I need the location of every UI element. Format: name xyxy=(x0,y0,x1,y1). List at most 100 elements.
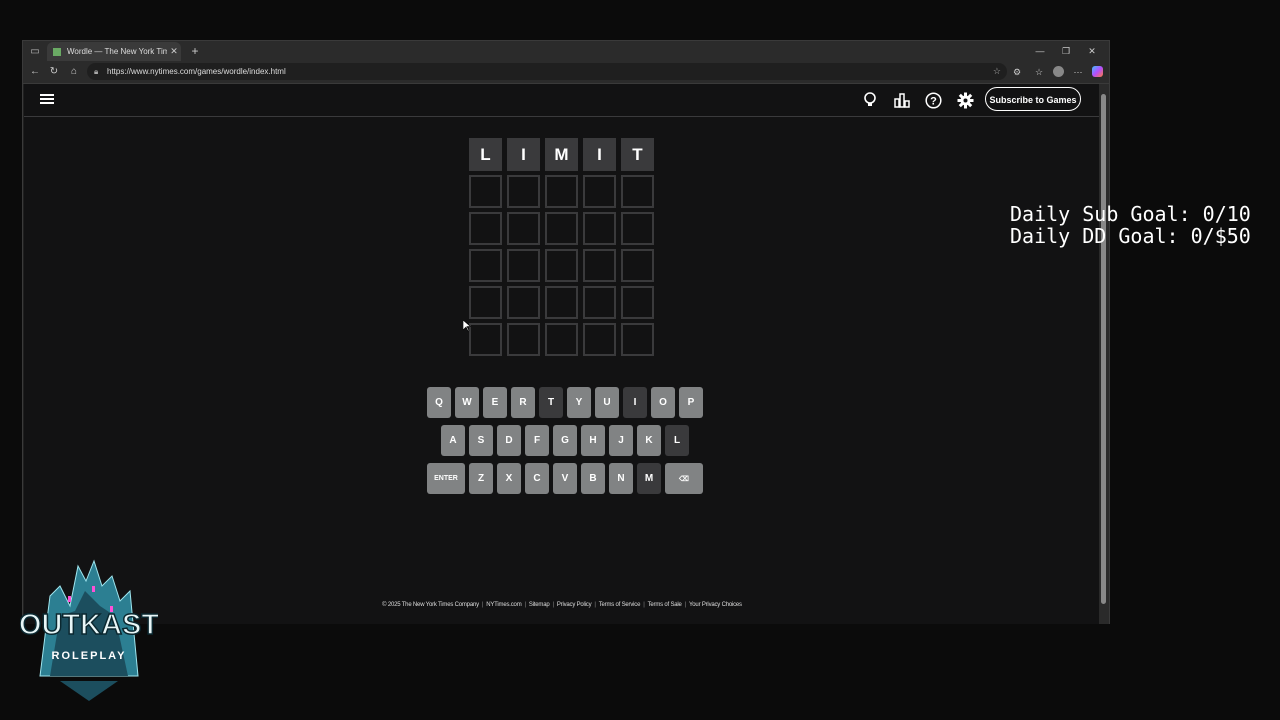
page-footer: © 2025 The New York Times Company | NYTime… xyxy=(24,602,1100,608)
key-b[interactable]: B xyxy=(581,463,605,494)
backspace-key[interactable]: ⌫ xyxy=(665,463,703,494)
board-tile xyxy=(583,212,616,245)
footer-link[interactable]: NYTimes.com xyxy=(483,602,524,608)
keyboard-row-2: ASDFGHJKL xyxy=(425,425,705,456)
board-tile xyxy=(583,323,616,356)
key-k[interactable]: K xyxy=(637,425,661,456)
enter-key[interactable]: ENTER xyxy=(427,463,465,494)
scroll-thumb[interactable] xyxy=(1101,94,1106,604)
key-e[interactable]: E xyxy=(483,387,507,418)
key-o[interactable]: O xyxy=(651,387,675,418)
copilot-icon[interactable] xyxy=(1092,66,1103,77)
board-tile xyxy=(621,286,654,319)
key-u[interactable]: U xyxy=(595,387,619,418)
board-row: LIMIT xyxy=(469,138,659,171)
on-screen-keyboard: QWERTYUIOP ASDFGHJKL ENTER Z X C V B N M ⌫ xyxy=(425,387,705,501)
extensions-icon[interactable]: ⚙ xyxy=(1009,64,1025,80)
favorites-icon[interactable]: ☆ xyxy=(1031,64,1047,80)
key-q[interactable]: Q xyxy=(427,387,451,418)
footer-link[interactable]: Your Privacy Choices xyxy=(686,602,745,608)
browser-toolbar: ⚙ ☆ ⋯ xyxy=(1009,64,1103,80)
keyboard-row-3: ENTER Z X C V B N M ⌫ xyxy=(425,463,705,494)
key-p[interactable]: P xyxy=(679,387,703,418)
key-z[interactable]: Z xyxy=(469,463,493,494)
key-i[interactable]: I xyxy=(623,387,647,418)
browser-tab[interactable]: Wordle — The New York Times ✕ xyxy=(47,42,181,61)
board-row xyxy=(469,286,659,319)
board-tile xyxy=(507,323,540,356)
board-tile xyxy=(507,175,540,208)
wordle-favicon-icon xyxy=(53,47,61,56)
board-tile xyxy=(621,175,654,208)
logo-subtitle: ROLEPLAY xyxy=(52,650,127,662)
footer-link[interactable]: Terms of Sale xyxy=(645,602,685,608)
window-controls: — ❐ ✕ xyxy=(1027,41,1105,61)
board-tile: M xyxy=(545,138,578,171)
subscribe-button[interactable]: Subscribe to Games xyxy=(985,87,1081,111)
board-tile xyxy=(545,212,578,245)
key-j[interactable]: J xyxy=(609,425,633,456)
board-row xyxy=(469,323,659,356)
board-tile xyxy=(583,286,616,319)
favorite-star-icon[interactable]: ☆ xyxy=(993,63,1001,80)
footer-link[interactable]: Sitemap xyxy=(526,602,553,608)
help-icon[interactable]: ? xyxy=(923,90,943,110)
key-s[interactable]: S xyxy=(469,425,493,456)
url-input[interactable]: 🔒︎ https://www.nytimes.com/games/wordle/… xyxy=(87,63,1007,80)
key-a[interactable]: A xyxy=(441,425,465,456)
key-d[interactable]: D xyxy=(497,425,521,456)
board-tile xyxy=(583,175,616,208)
board-row xyxy=(469,175,659,208)
key-g[interactable]: G xyxy=(553,425,577,456)
key-f[interactable]: F xyxy=(525,425,549,456)
tab-close-icon[interactable]: ✕ xyxy=(167,46,181,57)
footer-link[interactable]: Privacy Policy xyxy=(554,602,595,608)
board-tile xyxy=(469,249,502,282)
hamburger-menu-icon[interactable] xyxy=(40,92,54,106)
page-scrollbar[interactable] xyxy=(1099,84,1109,624)
board-tile xyxy=(469,286,502,319)
board-tile xyxy=(469,175,502,208)
key-h[interactable]: H xyxy=(581,425,605,456)
key-v[interactable]: V xyxy=(553,463,577,494)
home-icon[interactable]: ⌂ xyxy=(66,64,82,80)
board-tile xyxy=(545,175,578,208)
sidebar-toggle-icon[interactable]: ▭ xyxy=(27,43,43,59)
board-row xyxy=(469,212,659,245)
restore-icon[interactable]: ❐ xyxy=(1053,41,1079,61)
board-tile xyxy=(507,286,540,319)
tab-title: Wordle — The New York Times xyxy=(67,47,167,56)
outkast-roleplay-logo: OUTKAST ROLEPLAY xyxy=(20,559,158,701)
site-header: ? Subscribe to Games xyxy=(24,84,1100,117)
board-tile xyxy=(545,323,578,356)
logo-title: OUTKAST xyxy=(20,609,158,641)
footer-link[interactable]: Terms of Service xyxy=(596,602,643,608)
dd-goal-text: Daily DD Goal: 0/$50 xyxy=(1010,224,1251,248)
key-l[interactable]: L xyxy=(665,425,689,456)
board-tile xyxy=(545,249,578,282)
key-y[interactable]: Y xyxy=(567,387,591,418)
board-tile xyxy=(469,212,502,245)
lock-icon: 🔒︎ xyxy=(94,67,99,76)
board-tile xyxy=(507,249,540,282)
settings-gear-icon[interactable] xyxy=(955,90,975,110)
key-r[interactable]: R xyxy=(511,387,535,418)
profile-avatar-icon[interactable] xyxy=(1053,66,1064,77)
minimize-icon[interactable]: — xyxy=(1027,41,1053,61)
key-w[interactable]: W xyxy=(455,387,479,418)
reload-icon[interactable]: ↻ xyxy=(46,64,62,80)
stats-icon[interactable] xyxy=(892,90,912,110)
board-tile: T xyxy=(621,138,654,171)
more-menu-icon[interactable]: ⋯ xyxy=(1070,64,1086,80)
new-tab-icon[interactable]: + xyxy=(187,43,203,59)
game-board: LIMIT xyxy=(469,138,659,360)
back-icon[interactable]: ← xyxy=(27,64,43,80)
key-x[interactable]: X xyxy=(497,463,521,494)
hint-bulb-icon[interactable] xyxy=(860,90,880,110)
key-c[interactable]: C xyxy=(525,463,549,494)
close-window-icon[interactable]: ✕ xyxy=(1079,41,1105,61)
keyboard-row-1: QWERTYUIOP xyxy=(425,387,705,418)
key-t[interactable]: T xyxy=(539,387,563,418)
key-m[interactable]: M xyxy=(637,463,661,494)
key-n[interactable]: N xyxy=(609,463,633,494)
